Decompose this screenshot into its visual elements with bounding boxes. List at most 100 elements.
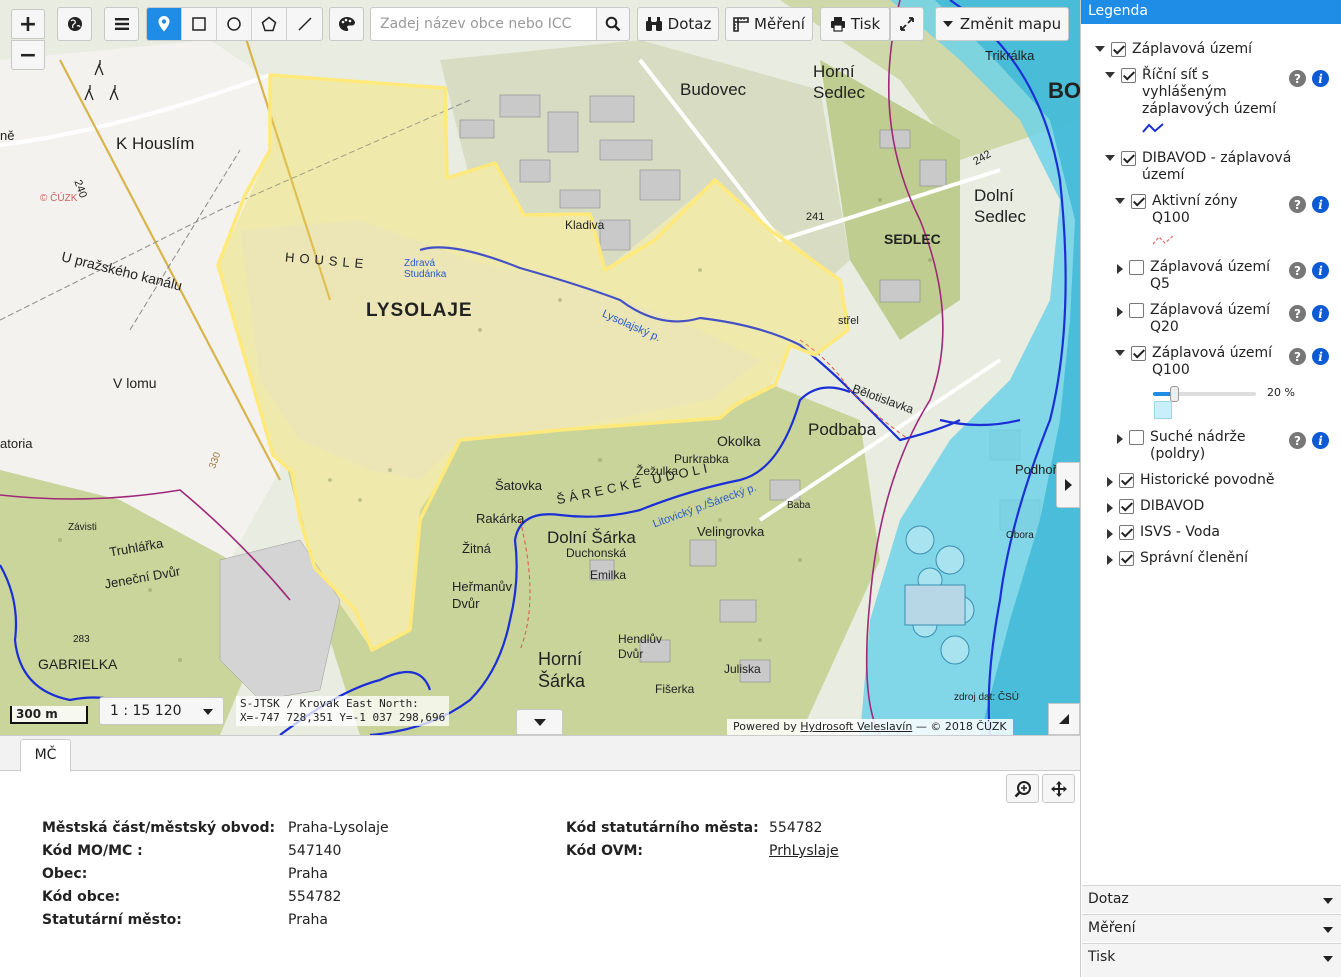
expand-toggle-icon[interactable] [1117, 434, 1123, 444]
help-icon[interactable]: ? [1289, 305, 1306, 322]
expand-toggle-icon[interactable] [1107, 503, 1113, 513]
layer-checkbox[interactable] [1119, 551, 1134, 566]
accordion-label: Dotaz [1088, 891, 1129, 907]
legend-item-label: Záplavová území Q20 [1150, 302, 1271, 335]
draw-polygon-button[interactable] [252, 8, 287, 40]
change-map-button[interactable]: Změnit mapu [935, 7, 1069, 41]
layer-checkbox[interactable] [1131, 346, 1146, 361]
caret-down-icon [1323, 927, 1333, 933]
info-icon[interactable]: i [1312, 196, 1329, 213]
legend-item-label: Záplavová území [1132, 41, 1253, 57]
draw-point-button[interactable] [147, 8, 182, 40]
legend-item-q20[interactable]: Záplavová území Q20 [1115, 302, 1270, 336]
collapse-bottom-panel-button[interactable] [516, 709, 563, 735]
fullscreen-button[interactable] [890, 7, 924, 41]
measure-button[interactable]: Měření [725, 7, 813, 41]
query-button[interactable]: Dotaz [637, 7, 719, 41]
zoom-out-button[interactable]: − [11, 40, 45, 70]
palette-icon [338, 16, 355, 31]
accordion-mereni[interactable]: Měření [1082, 914, 1341, 942]
expand-toggle-icon[interactable] [1117, 307, 1123, 317]
expand-toggle-icon[interactable] [1107, 555, 1113, 565]
legend-item-isvs-voda[interactable]: ISVS - Voda [1105, 524, 1220, 541]
info-icon[interactable]: i [1312, 262, 1329, 279]
draw-line-button[interactable] [287, 8, 322, 40]
expand-toggle-icon[interactable] [1117, 264, 1123, 274]
legend-item-q5[interactable]: Záplavová území Q5 [1115, 259, 1270, 293]
expand-icon [900, 17, 914, 31]
layer-checkbox[interactable] [1119, 525, 1134, 540]
legend-item-dibavod-zaplavova[interactable]: DIBAVOD - záplavová území [1105, 150, 1291, 184]
layer-checkbox[interactable] [1121, 151, 1136, 166]
opacity-slider[interactable] [1153, 386, 1256, 402]
expand-toggle-icon[interactable] [1105, 72, 1115, 78]
info-icon[interactable]: i [1312, 432, 1329, 449]
zoom-in-magnifier-icon [1014, 780, 1031, 797]
ovm-code-link[interactable]: PrhLyslaje [769, 843, 839, 859]
zoom-in-button[interactable]: + [11, 9, 45, 39]
help-icon[interactable]: ? [1289, 196, 1306, 213]
help-icon[interactable]: ? [1289, 70, 1306, 87]
expand-toggle-icon[interactable] [1107, 529, 1113, 539]
legend-item-label: Záplavová území Q5 [1150, 259, 1271, 292]
draw-circle-button[interactable] [217, 8, 252, 40]
info-icon[interactable]: i [1312, 70, 1329, 87]
overview-map-button[interactable] [1048, 703, 1080, 735]
info-icon[interactable]: i [1312, 305, 1329, 322]
coordinate-system-label: S-JTSK / Krovak East North: [240, 697, 419, 710]
legend-item-dibavod[interactable]: DIBAVOD [1105, 498, 1204, 515]
legend-item-zaplavova-uzemi[interactable]: Záplavová území [1095, 41, 1252, 58]
info-icon[interactable]: i [1312, 348, 1329, 365]
scale-select[interactable]: 1 : 15 120 [99, 697, 224, 725]
accordion-dotaz[interactable]: Dotaz [1082, 885, 1341, 913]
attr-value: 554782 [769, 820, 823, 836]
expand-toggle-icon[interactable] [1107, 477, 1113, 487]
topographic-basemap [0, 0, 1080, 735]
globe-button[interactable] [57, 7, 92, 41]
legend-item-label: DIBAVOD - záplavová území [1142, 150, 1292, 183]
legend-item-q100[interactable]: Záplavová území Q100 [1115, 345, 1272, 379]
expand-toggle-icon[interactable] [1105, 155, 1115, 161]
legend-item-aktivni-zony[interactable]: Aktivní zóny Q100 [1115, 193, 1238, 227]
expand-toggle-icon[interactable] [1115, 198, 1125, 204]
basemap-style-button[interactable] [329, 7, 364, 41]
draw-tools-group [146, 7, 323, 41]
expand-toggle-icon[interactable] [1115, 350, 1125, 356]
tab-mc[interactable]: MČ [20, 739, 71, 772]
coordinate-readout: S-JTSK / Krovak East North: X=-747 728,3… [236, 696, 450, 726]
legend-item-spravni-cleneni[interactable]: Správní členění [1105, 550, 1248, 567]
expand-toggle-icon[interactable] [1095, 46, 1105, 52]
search-button[interactable] [596, 7, 630, 41]
layer-checkbox[interactable] [1131, 194, 1146, 209]
help-icon[interactable]: ? [1289, 262, 1306, 279]
draw-rectangle-button[interactable] [182, 8, 217, 40]
pan-to-feature-button[interactable] [1042, 774, 1075, 803]
layer-checkbox[interactable] [1129, 260, 1144, 275]
legend-item-historicke-povodne[interactable]: Historické povodně [1105, 472, 1274, 489]
legend-item-suche-nadrze[interactable]: Suché nádrže (poldry) [1115, 429, 1245, 463]
active-zone-symbol-icon [1152, 235, 1174, 245]
layer-checkbox[interactable] [1129, 430, 1144, 445]
caret-down-icon [1323, 898, 1333, 904]
legend-item-ricni-sit[interactable]: Říční síť s vyhlášeným záplavových území [1105, 67, 1276, 118]
layer-checkbox[interactable] [1111, 42, 1126, 57]
layer-checkbox[interactable] [1121, 68, 1136, 83]
map-canvas[interactable]: K Houslím U pražského kanálu V lomu ator… [0, 0, 1080, 735]
accordion-tisk[interactable]: Tisk [1082, 943, 1341, 977]
slider-handle[interactable] [1169, 386, 1179, 402]
attr-key: Městská část/městský obvod: [42, 820, 276, 836]
layer-checkbox[interactable] [1119, 499, 1134, 514]
municipality-search-input[interactable] [370, 7, 596, 41]
zoom-to-feature-button[interactable] [1006, 774, 1039, 803]
help-icon[interactable]: ? [1289, 348, 1306, 365]
toggle-legend-button[interactable] [1056, 462, 1080, 508]
attribution-link[interactable]: Hydrosoft Veleslavín [800, 720, 912, 733]
help-icon[interactable]: ? [1289, 432, 1306, 449]
layer-checkbox[interactable] [1119, 473, 1134, 488]
globe-icon [67, 17, 82, 31]
river-symbol-icon [1142, 123, 1164, 133]
query-button-label: Dotaz [667, 15, 712, 33]
layers-menu-button[interactable] [104, 7, 139, 41]
print-button[interactable]: Tisk [820, 7, 890, 41]
layer-checkbox[interactable] [1129, 303, 1144, 318]
